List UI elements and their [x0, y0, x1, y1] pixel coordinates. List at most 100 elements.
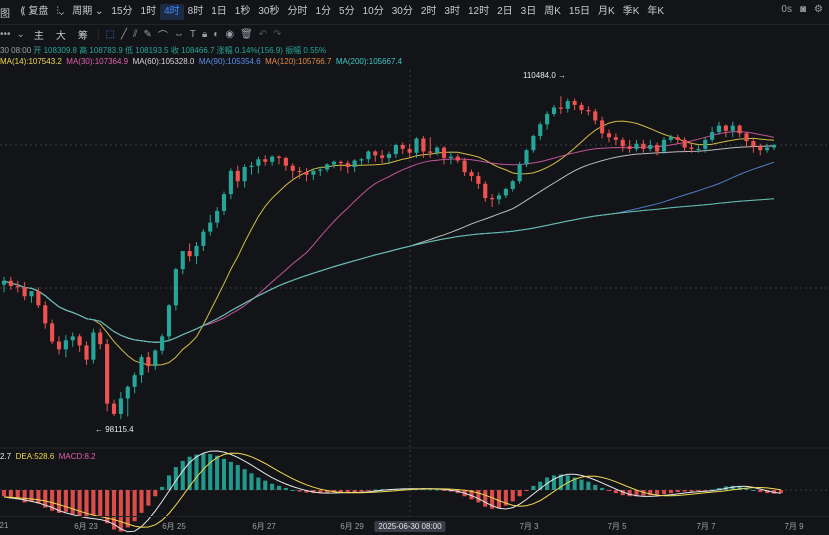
candle-body [345, 163, 350, 167]
time-axis-label-0: 21 [0, 521, 9, 530]
macd-histogram-bar [359, 490, 364, 492]
candle-body [407, 148, 412, 153]
candle-body [373, 151, 378, 156]
candle-body [414, 138, 419, 153]
candle-body [84, 345, 89, 360]
macd-histogram-bar [435, 489, 440, 491]
candle-body [366, 151, 371, 160]
macd-histogram-bar [606, 490, 612, 492]
candle-body [15, 285, 20, 288]
macd-histogram-bar [593, 484, 598, 490]
candle-body [545, 113, 550, 125]
time-axis-label-7: 7月 5 [607, 522, 627, 531]
candle-body [476, 176, 481, 184]
macd-histogram-bar [139, 490, 144, 513]
time-axis-label-4: 6月 29 [340, 522, 364, 531]
candle-body [194, 245, 199, 257]
candle-body [235, 170, 240, 182]
macd-histogram-bar [496, 490, 502, 509]
macd-histogram-bar [276, 485, 282, 490]
macd-histogram-bar [290, 490, 295, 491]
candle-body [352, 160, 357, 167]
candle-body [256, 159, 261, 166]
macd-histogram-bar [29, 490, 34, 502]
macd-histogram-bar [270, 483, 275, 490]
ma-line-60 [3, 145, 775, 343]
macd-legend: 2.7 DEA:528.6 MACD:8.2 [0, 452, 96, 461]
candle-body [160, 336, 165, 351]
high-annotation: 110484.0 → [523, 71, 567, 80]
ma-line-120 [3, 198, 775, 343]
candle-body [634, 143, 639, 149]
macd-histogram-bar [1, 490, 7, 497]
macd-histogram-bar [668, 490, 673, 494]
candle-body [1, 280, 7, 285]
macd-histogram-bar [63, 490, 68, 512]
candle-body [751, 141, 756, 147]
candle-body [22, 287, 27, 297]
candle-body [249, 165, 254, 167]
candle-body [737, 125, 742, 134]
dea-label: DEA:528.6 [15, 452, 55, 461]
candle-body [63, 340, 68, 350]
low-annotation: ← 98115.4 [95, 425, 134, 434]
macd-histogram-bar [228, 461, 233, 490]
candle-body [462, 160, 467, 173]
candle-body [620, 139, 625, 147]
candle-body [455, 156, 460, 161]
macd-histogram-bar [153, 490, 158, 497]
macd-histogram-bar [180, 460, 185, 490]
time-axis-label-5: 2025-06-30 08:00 [374, 521, 446, 532]
candle-body [105, 344, 110, 404]
macd-histogram-bar [146, 490, 151, 506]
macd-histogram-bar [586, 481, 591, 490]
macd-histogram-bar [256, 477, 261, 490]
macd-histogram-bar [201, 453, 206, 490]
candle-body [173, 269, 178, 306]
ma-line-200 [3, 198, 775, 343]
candle-body [228, 170, 233, 195]
candle-body [641, 143, 646, 149]
macd-histogram-bar [510, 490, 515, 502]
macd-histogram-bar [613, 490, 618, 494]
candle-body [682, 139, 687, 148]
candle-body [441, 147, 447, 158]
candle-body [771, 145, 777, 148]
macd-histogram-bar [661, 490, 667, 495]
candle-body [43, 305, 48, 324]
candle-body [70, 336, 75, 341]
candle-body [496, 195, 502, 200]
candle-body [359, 159, 364, 161]
candle-body [325, 164, 330, 170]
candle-body [723, 125, 728, 131]
candle-body [600, 120, 605, 134]
macd-histogram-bar [352, 490, 357, 493]
candle-body [744, 133, 749, 142]
candle-body [91, 332, 96, 360]
candle-body [551, 107, 557, 114]
candle-body [56, 341, 62, 350]
macd-histogram-bar [263, 480, 268, 490]
candle-body [586, 110, 591, 112]
macd-histogram-bar [655, 490, 660, 495]
dif-label: 2.7 [0, 452, 12, 461]
candle-body [50, 323, 55, 342]
candle-body [201, 231, 206, 246]
macd-histogram-bar [675, 490, 680, 493]
candle-body [428, 151, 433, 153]
macd-histogram-bar [579, 479, 584, 490]
candle-body [765, 147, 770, 151]
time-axis-label-1: 6月 23 [74, 522, 98, 531]
candle-body [393, 145, 398, 155]
price-chart[interactable] [0, 0, 829, 534]
macd-histogram-bar [91, 490, 96, 515]
candle-body [675, 137, 680, 140]
candle-body [166, 305, 172, 337]
macd-histogram-bar [215, 455, 220, 490]
macd-histogram-bar [751, 490, 756, 491]
candle-body [338, 161, 343, 164]
macd-histogram-bar [366, 490, 371, 491]
macd-histogram-bar [283, 487, 288, 490]
candle-body [139, 357, 144, 376]
candle-body [696, 148, 701, 150]
